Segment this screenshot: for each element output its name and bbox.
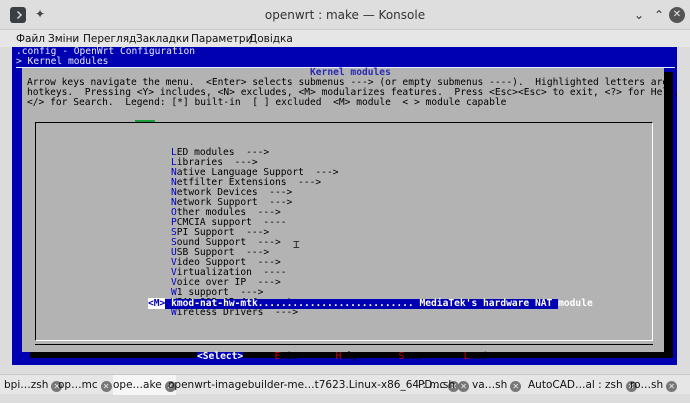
chevron-up-icon: ⌃ xyxy=(653,8,665,22)
menu-edit[interactable]: Зміни xyxy=(48,33,79,45)
chevron-down-icon: ⌄ xyxy=(633,8,645,22)
menu-bookmarks[interactable]: Закладки xyxy=(136,33,189,45)
kernel-modules-dialog: Kernel modules Arrow keys navigate the m… xyxy=(22,68,677,362)
selected-menu-item[interactable]: <M> kmod-nat-hw-mtk.....................… xyxy=(148,298,593,309)
load-button[interactable]: < Load > xyxy=(452,352,498,362)
maximize-button[interactable]: ⌃ xyxy=(651,7,667,23)
close-button[interactable]: ✕ xyxy=(669,7,685,23)
exit-button[interactable]: < Exit > xyxy=(263,352,309,362)
terminal-tab[interactable]: AutoCAD…al : zsh ✕ xyxy=(528,375,637,395)
tab-close-icon[interactable]: ✕ xyxy=(510,381,522,392)
terminal-tab-bar: bpi…zsh ✕ op…mc ✕ ope…ake ✕ openwrt-imagebuild… xyxy=(0,374,690,395)
tab-close-icon[interactable]: ✕ xyxy=(458,381,470,392)
menu-settings[interactable]: Параметри xyxy=(191,33,252,45)
breadcrumb: > Kernel modules xyxy=(16,56,109,67)
terminal-tab[interactable]: ope…ake ✕ xyxy=(113,375,176,395)
select-button[interactable]: <Select> xyxy=(197,352,244,362)
tab-label: PD…sh xyxy=(418,379,456,391)
text-cursor-icon: ⌶ xyxy=(293,238,300,251)
menu-view[interactable]: Перегляд xyxy=(83,33,136,45)
help-button[interactable]: < Help > xyxy=(324,352,370,362)
module-mark[interactable]: <M> xyxy=(148,298,166,309)
tab-label: ro…sh xyxy=(630,379,664,391)
window-titlebar[interactable]: ✦ openwrt : make — Konsole ⌄ ⌃ ✕ xyxy=(0,0,690,30)
tab-label: AutoCAD…al : zsh xyxy=(528,379,623,391)
terminal-tab[interactable]: PD…sh ✕ xyxy=(418,375,470,395)
terminal-area[interactable]: .config - OpenWrt Configuration > Kernel… xyxy=(12,47,677,365)
tab-label: ope…ake xyxy=(113,379,162,391)
menu-bar: Файл Зміни Перегляд Закладки Параметри Д… xyxy=(0,30,690,47)
tab-close-icon[interactable]: ✕ xyxy=(100,381,112,392)
selected-item-text: kmod-nat-hw-mtk.........................… xyxy=(165,298,593,309)
terminal-tab[interactable]: va…sh ✕ xyxy=(472,375,522,395)
tab-label: op…mc xyxy=(58,379,98,391)
terminal-tab[interactable]: op…mc ✕ xyxy=(58,375,112,395)
tab-label: openwrt-imagebuilder-me…t7623.Linux-x86_… xyxy=(168,379,446,391)
window-title: openwrt : make — Konsole xyxy=(264,8,426,22)
button-row: <Select> < Exit > < Help > < Save > < Lo… xyxy=(22,343,664,363)
save-button[interactable]: < Save > xyxy=(387,352,433,362)
tab-label: bpi…zsh xyxy=(4,379,49,391)
terminal-tab[interactable]: openwrt-imagebuilder-me…t7623.Linux-x86_… xyxy=(168,375,460,395)
terminal-tab[interactable]: bpi…zsh ✕ xyxy=(4,375,63,395)
menu-help[interactable]: Довідка xyxy=(249,33,293,45)
minimize-button[interactable]: ⌄ xyxy=(631,7,647,23)
help-line-3: </> for Search. Legend: [*] built-in [ ]… xyxy=(27,97,507,108)
menu-file[interactable]: Файл xyxy=(16,33,45,45)
close-icon: ✕ xyxy=(672,9,682,20)
menu-item[interactable]: Wireless Drivers ---> xyxy=(171,308,298,318)
button-row-divider xyxy=(35,344,653,345)
tab-close-icon[interactable]: ✕ xyxy=(666,381,678,392)
terminal-tab[interactable]: ro…sh ✕ xyxy=(630,375,678,395)
dialog-shadow-right xyxy=(664,72,673,356)
tab-label: va…sh xyxy=(472,379,508,391)
